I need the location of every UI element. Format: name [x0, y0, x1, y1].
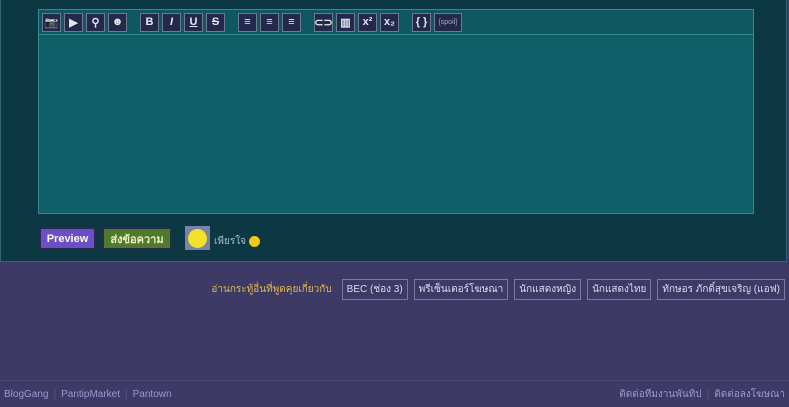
underline-icon: U [189, 16, 198, 28]
related-tags: อ่านกระทู้อื่นที่พูดคุยเกี่ยวกับ BEC (ช่… [211, 279, 785, 300]
underline-button[interactable]: U [184, 12, 203, 32]
footer-link[interactable]: ติดต่อทีมงานพันทิป [619, 389, 701, 400]
video-button[interactable]: ▶ [64, 12, 83, 32]
align-left-icon: ≡ [244, 16, 251, 28]
smiley-icon [188, 228, 207, 248]
align-right-button[interactable]: ≡ [282, 12, 301, 32]
image-icon: 📷 [44, 16, 59, 29]
subscript-button[interactable]: x₂ [380, 12, 399, 32]
bold-button[interactable]: B [140, 12, 159, 32]
align-center-button[interactable]: ≡ [260, 12, 279, 32]
footer-link[interactable]: PantipMarket [61, 389, 120, 400]
avatar[interactable] [185, 226, 210, 250]
separator: | [125, 388, 128, 400]
subscript-icon: x₂ [383, 16, 395, 28]
tags-label: อ่านกระทู้อื่นที่พูดคุยเกี่ยวกับ [211, 284, 332, 295]
mood-text: เพียรใจ [214, 236, 246, 247]
mood-label: เพียรใจ [214, 234, 260, 249]
tag-link[interactable]: ทักษอร ภักดิ์สุขเจริญ (แอฟ) [657, 279, 785, 300]
align-center-icon: ≡ [266, 16, 273, 28]
spoiler-icon: [spoil] [438, 18, 458, 26]
spoiler-button[interactable]: [spoil] [434, 12, 462, 32]
map-pin-button[interactable]: ⚲ [86, 12, 105, 32]
emoji-button[interactable]: ☻ [108, 12, 127, 32]
align-right-icon: ≡ [288, 16, 295, 28]
footer-link[interactable]: Pantown [133, 389, 172, 400]
link-button[interactable]: ⊂⊃ [314, 12, 333, 32]
separator: | [706, 388, 710, 400]
tag-link[interactable]: นักแสดงหญิง [514, 279, 582, 300]
tag-link[interactable]: นักแสดงไทย [587, 279, 652, 300]
video-icon: ▶ [69, 16, 78, 29]
tag-link[interactable]: พรีเซ็นเตอร์โฆษณา [413, 279, 509, 300]
separator: | [53, 388, 57, 400]
table-icon: ▥ [340, 16, 351, 29]
footer-link[interactable]: BlogGang [4, 389, 48, 400]
align-left-button[interactable]: ≡ [238, 12, 257, 32]
editor-toolbar: 📷 ▶ ⚲ ☻ B I U S ≡ ≡ ≡ ⊂⊃ ▥ x² x₂ { } [spoil] [39, 10, 753, 35]
superscript-button[interactable]: x² [358, 12, 377, 32]
link-icon: ⊂⊃ [314, 16, 333, 29]
strikethrough-button[interactable]: S [206, 12, 225, 32]
strikethrough-icon: S [211, 16, 220, 28]
map-pin-icon: ⚲ [91, 16, 100, 29]
footer-link[interactable]: ติดต่อลงโฆษณา [714, 389, 785, 400]
superscript-icon: x² [362, 16, 373, 28]
bold-icon: B [145, 16, 154, 28]
italic-icon: I [169, 16, 174, 28]
footer-right-links: ติดต่อทีมงานพันทิป | ติดต่อลงโฆษณา [619, 387, 785, 402]
emoji-icon: ☻ [111, 16, 124, 28]
image-button[interactable]: 📷 [42, 12, 61, 32]
send-button[interactable]: ส่งข้อความ [102, 227, 172, 250]
italic-button[interactable]: I [162, 12, 181, 32]
code-button[interactable]: { } [412, 12, 431, 32]
tag-link[interactable]: BEC (ช่อง 3) [341, 279, 408, 300]
reply-panel: 📷 ▶ ⚲ ☻ B I U S ≡ ≡ ≡ ⊂⊃ ▥ x² x₂ { } [spoil] Preview ส่ง… [0, 0, 787, 262]
grin-emoji-icon [248, 235, 260, 247]
table-button[interactable]: ▥ [336, 12, 355, 32]
footer: BlogGang | PantipMarket | Pantown ติดต่อทีมง… [0, 380, 789, 407]
code-icon: { } [415, 16, 428, 28]
preview-button[interactable]: Preview [39, 227, 96, 250]
editor: 📷 ▶ ⚲ ☻ B I U S ≡ ≡ ≡ ⊂⊃ ▥ x² x₂ { } [spoil] [38, 9, 754, 214]
message-textarea[interactable] [39, 35, 753, 213]
footer-left-links: BlogGang | PantipMarket | Pantown [4, 389, 172, 400]
